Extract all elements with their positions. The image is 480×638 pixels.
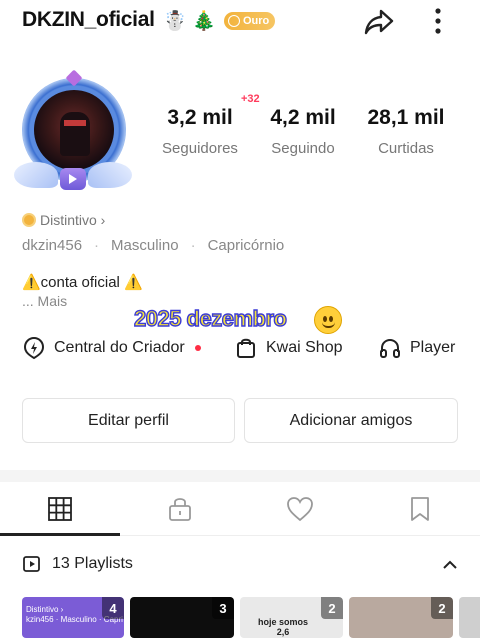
coin-icon [228, 15, 240, 27]
tier-badge-label: Ouro [243, 15, 270, 27]
avatar-play-gem-icon [60, 168, 86, 190]
stat-following[interactable]: 4,2 mil Seguindo [264, 106, 342, 157]
distintivo-icon [22, 213, 36, 227]
active-tab-indicator [0, 533, 120, 536]
profile-meta: dkzin456 · Masculino · Capricórnio [22, 237, 284, 254]
stat-label: Curtidas [378, 140, 434, 157]
stat-value: 4,2 mil [270, 106, 336, 129]
playlist-thumbnail[interactable]: 2 [349, 597, 453, 638]
profile-page: DKZIN_oficial ☃️ 🎄 Ouro +32 3,2 mil Segu… [0, 0, 480, 638]
header: DKZIN_oficial ☃️ 🎄 Ouro [0, 0, 480, 48]
zodiac-sign: Capricórnio [207, 237, 285, 254]
playlist-thumbnail[interactable]: hoje somos 2,6 2 [240, 597, 343, 638]
notification-dot [194, 345, 201, 351]
content-tabs [0, 482, 480, 536]
playlist-thumbnail[interactable]: 3 [130, 597, 234, 638]
heart-icon[interactable] [285, 494, 315, 524]
stat-value: 3,2 mil [167, 106, 233, 129]
distintivo-label: Distintivo › [40, 212, 106, 228]
stat-followers[interactable]: 3,2 mil Seguidores [158, 106, 242, 157]
gender: Masculino [111, 237, 179, 254]
distintivo-link[interactable]: Distintivo › [22, 212, 105, 228]
playlist-count: 3 [212, 597, 234, 619]
playlist-count: 4 [102, 597, 124, 619]
section-divider [0, 470, 480, 482]
christmas-tree-emoji: 🎄 [192, 10, 216, 32]
playlist-count: 2 [321, 597, 343, 619]
add-friends-button[interactable]: Adicionar amigos [244, 398, 458, 443]
separator: · [94, 237, 100, 254]
avatar[interactable] [14, 69, 132, 194]
shortcut-player[interactable]: Player [378, 334, 455, 362]
overlay-caption: 2025 dezembro [133, 305, 287, 331]
chevron-up-icon[interactable] [440, 555, 460, 575]
avatar-image [34, 90, 114, 170]
shortcut-label: Central do Criador [54, 339, 185, 356]
snowman-emoji: ☃️ [163, 10, 187, 32]
edit-profile-button[interactable]: Editar perfil [22, 398, 235, 443]
playlist-thumbnail-text: hoje somos 2,6 [258, 617, 309, 637]
playlist-thumbnail[interactable]: Distintivo › kzin456 · Masculino · Capri… [22, 597, 124, 638]
shortcut-label: Player [410, 339, 456, 356]
shopping-bag-icon [237, 338, 255, 358]
avatar-wing-right [88, 162, 132, 188]
more-vertical-icon[interactable] [428, 6, 448, 36]
playlist-icon [23, 556, 40, 572]
separator: · [190, 237, 196, 254]
username: DKZIN_oficial [22, 8, 155, 31]
stat-label: Seguindo [271, 140, 335, 157]
tier-badge[interactable]: Ouro [224, 12, 276, 30]
playlist-thumbnail[interactable] [459, 597, 480, 638]
stat-value: 28,1 mil [367, 106, 445, 129]
bookmark-icon[interactable] [405, 494, 435, 524]
headphones-icon [380, 338, 400, 358]
avatar-figure [60, 112, 90, 156]
stat-label: Seguidores [162, 140, 238, 157]
shortcut-kwai-shop[interactable]: Kwai Shop [234, 334, 343, 362]
lock-icon[interactable] [165, 494, 195, 524]
shortcut-label: Kwai Shop [266, 339, 343, 356]
shortcut-creator-center[interactable]: Central do Criador [22, 334, 201, 362]
grid-icon[interactable] [45, 494, 75, 524]
share-icon[interactable] [362, 4, 396, 38]
bio-more-link[interactable]: ... Mais [22, 293, 67, 309]
avatar-wing-left [14, 162, 58, 188]
avatar-figure-detail [64, 120, 86, 126]
playlists-label: 13 Playlists [52, 555, 133, 572]
new-followers-badge: +32 [241, 93, 260, 105]
playlists-header[interactable]: 13 Playlists [22, 554, 133, 574]
bio-text: ⚠️conta oficial ⚠️ [22, 274, 143, 291]
playlist-count: 2 [431, 597, 453, 619]
creator-center-icon [23, 336, 45, 360]
smile-emoji-icon [314, 306, 342, 334]
handle: dkzin456 [22, 237, 83, 254]
stat-likes[interactable]: 28,1 mil Curtidas [362, 106, 450, 157]
smile-mouth [322, 322, 335, 328]
